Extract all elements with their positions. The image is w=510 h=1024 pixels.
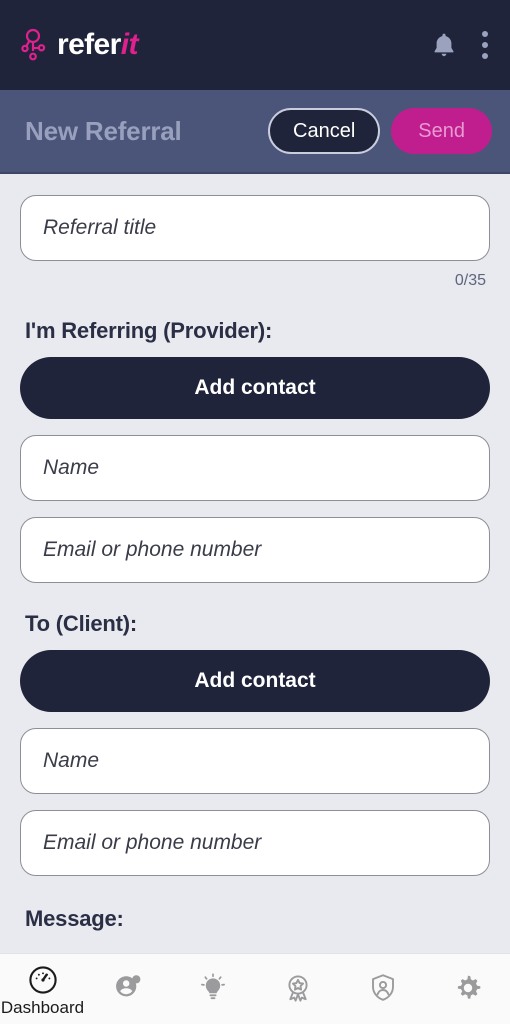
notification-bell-icon[interactable] [432,32,456,58]
character-counter: 0/35 [454,272,486,289]
subheader-actions: Cancel Send [268,108,492,154]
kebab-dot [482,42,488,48]
add-contact-icon [111,971,145,1005]
provider-contact-input[interactable] [20,517,490,583]
brand-wordmark: referit [57,30,138,60]
referral-form: 0/35 I'm Referring (Provider): Add conta… [0,174,510,953]
nav-item-privacy[interactable] [340,954,425,1024]
client-section-label: To (Client): [25,611,138,636]
kebab-dot [482,53,488,59]
client-add-contact-button[interactable]: Add contact [20,650,490,712]
app-bar-actions [432,29,488,61]
nav-item-label: Dashboard [0,997,85,1017]
lightbulb-icon [196,971,230,1005]
kebab-dot [482,31,488,37]
shield-user-icon [371,974,394,1001]
gear-icon [457,975,480,999]
cancel-button[interactable]: Cancel [268,108,381,154]
nav-item-ideas[interactable] [170,954,255,1024]
referit-node-logo-icon [18,28,48,62]
provider-add-contact-button[interactable]: Add contact [20,357,490,419]
client-name-input[interactable] [20,728,490,794]
provider-section-label: I'm Referring (Provider): [25,318,273,343]
message-section-label: Message: [25,906,124,931]
brand-text-accent: it [120,28,139,61]
app-bar: referit [0,0,510,90]
nav-item-settings[interactable] [425,954,510,1024]
send-button[interactable]: Send [391,108,492,154]
brand-logo[interactable]: referit [18,28,432,62]
nav-item-add-contact[interactable] [85,954,170,1024]
award-ribbon-icon [287,975,308,1002]
overflow-menu-icon[interactable] [482,29,488,61]
page-title: New Referral [25,115,182,146]
page-subheader: New Referral Cancel Send [0,90,510,174]
referral-title-input[interactable] [20,195,490,261]
client-contact-input[interactable] [20,810,490,876]
nav-item-dashboard[interactable]: Dashboard [0,954,85,1024]
dashboard-gauge-icon [26,963,60,997]
bottom-navigation: Dashboard [0,953,510,1024]
brand-text-primary: refer [57,28,121,61]
nav-item-awards[interactable] [255,954,340,1024]
provider-name-input[interactable] [20,435,490,501]
